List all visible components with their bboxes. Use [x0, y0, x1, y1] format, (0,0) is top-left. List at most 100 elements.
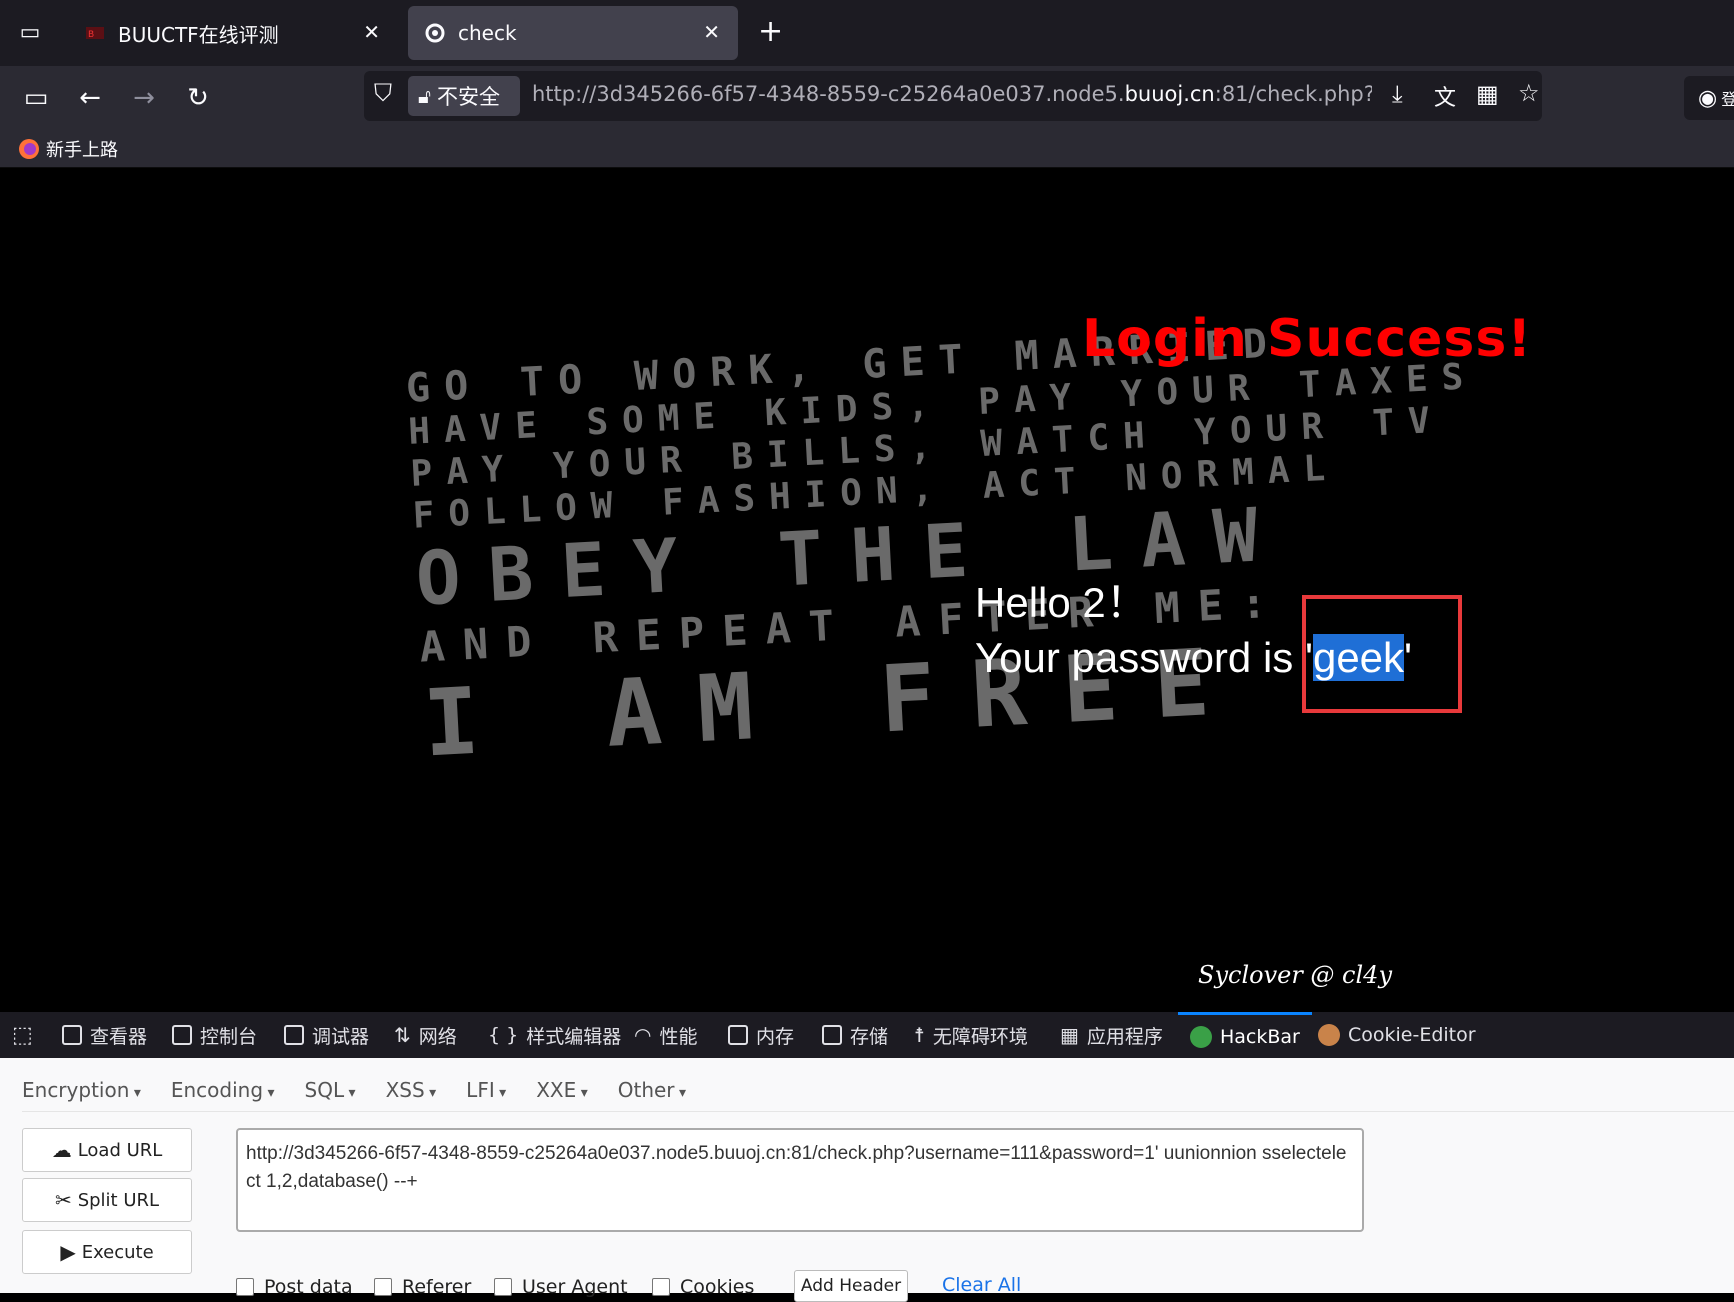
split-url-button[interactable]: ✂ Split URL — [22, 1178, 192, 1222]
devtools-toolbar: ⬚ 查看器 控制台 调试器 ⇅ 网络 { } 样式编辑器 ◠ 性能 内存 存储 ☨ 无障… — [0, 1012, 1734, 1058]
url-text[interactable]: http://3d345266-6f57-4348-8559-c25264a0e… — [532, 82, 1372, 112]
tab-check[interactable]: check ✕ — [408, 6, 738, 60]
referer-checkbox[interactable]: Referer — [374, 1276, 471, 1298]
hackbar-icon — [1190, 1025, 1212, 1048]
url-textarea[interactable]: http://3d345266-6f57-4348-8559-c25264a0e… — [236, 1128, 1364, 1232]
close-tab-icon[interactable]: ✕ — [703, 20, 720, 44]
page-content: GO TO WORK, GET MARRIED HAVE SOME KIDS, … — [0, 169, 1734, 1012]
tab-label: HackBar — [1220, 1025, 1300, 1048]
security-label: 不安全 — [436, 85, 500, 109]
tab-label: 无障碍环境 — [932, 1025, 1028, 1048]
menu-sql[interactable]: SQL — [305, 1078, 356, 1102]
tab-title: check — [458, 21, 517, 45]
bookmark-star-icon[interactable]: ☆ — [1518, 79, 1540, 107]
braces-icon: { } — [488, 1024, 519, 1046]
tab-storage[interactable]: 存储 — [822, 1012, 888, 1058]
shield-icon[interactable]: ⛉ — [374, 79, 392, 107]
sidebar-icon[interactable]: ▭ — [18, 80, 54, 116]
add-header-button[interactable]: Add Header — [794, 1270, 908, 1302]
url-bar[interactable]: ⛉ 🔓︎ 不安全 http://3d345266-6f57-4348-8559-… — [364, 71, 1542, 121]
tab-label: 存储 — [850, 1025, 889, 1048]
close-tab-icon[interactable]: ✕ — [363, 20, 380, 44]
translate-icon[interactable]: 文 — [1434, 80, 1456, 112]
navigation-bar: ▭ ← → ↻ ⛉ 🔓︎ 不安全 http://3d345266-6f57-43… — [0, 66, 1734, 128]
tab-label: 控制台 — [200, 1025, 258, 1048]
hackbar-menu: Encryption Encoding SQL XSS LFI XXE Othe… — [22, 1068, 1734, 1112]
menu-xxe[interactable]: XXE — [536, 1078, 588, 1102]
user-agent-checkbox[interactable]: User Agent — [494, 1276, 628, 1298]
back-icon[interactable]: ← — [72, 80, 108, 116]
tab-accessibility[interactable]: ☨ 无障碍环境 — [914, 1012, 1028, 1058]
tab-memory[interactable]: 内存 — [728, 1012, 794, 1058]
checkbox-label: Cookies — [680, 1276, 755, 1298]
grid-icon: ▦ — [1060, 1023, 1079, 1047]
menu-encryption[interactable]: Encryption — [22, 1078, 141, 1102]
highlight-box — [1302, 595, 1462, 713]
debugger-icon — [284, 1025, 304, 1045]
accessibility-icon: ☨ — [914, 1023, 925, 1047]
button-label: Load URL — [77, 1139, 163, 1161]
scissors-icon: ✂ — [54, 1188, 72, 1212]
tab-label: Cookie-Editor — [1348, 1024, 1476, 1046]
tab-application[interactable]: ▦ 应用程序 — [1060, 1012, 1163, 1058]
tab-label: 调试器 — [312, 1025, 370, 1048]
tab-buuctf[interactable]: B BUUCTF在线评测 ✕ — [68, 6, 398, 60]
svg-text:B: B — [88, 30, 94, 40]
tab-network[interactable]: ⇅ 网络 — [394, 1012, 457, 1058]
post-data-checkbox[interactable]: Post data — [236, 1276, 353, 1298]
credit-text: Syclover @ cl4y — [1198, 961, 1393, 989]
tab-style-editor[interactable]: { } 样式编辑器 — [488, 1012, 621, 1058]
execute-button[interactable]: ▶ Execute — [22, 1230, 192, 1274]
tab-label: 内存 — [756, 1025, 795, 1048]
cookie-icon — [1318, 1024, 1340, 1046]
load-url-button[interactable]: ☁ Load URL — [22, 1128, 192, 1172]
tab-hackbar[interactable]: HackBar — [1178, 1012, 1312, 1058]
tab-label: 查看器 — [90, 1025, 148, 1048]
console-icon — [172, 1025, 192, 1045]
checkbox-box[interactable] — [494, 1278, 512, 1296]
gauge-icon: ◠ — [634, 1023, 652, 1047]
account-area[interactable]: ◉ 登 — [1684, 76, 1734, 120]
hackbar-panel: Encryption Encoding SQL XSS LFI XXE Othe… — [0, 1058, 1734, 1302]
new-tab-button[interactable]: + — [758, 14, 783, 49]
tab-cookie-editor[interactable]: Cookie-Editor — [1318, 1012, 1476, 1058]
tab-list-icon[interactable]: ▭ — [12, 14, 48, 50]
bookmark-item[interactable]: 新手上路 — [18, 136, 118, 162]
tab-console[interactable]: 控制台 — [172, 1012, 257, 1058]
cloud-download-icon: ☁ — [51, 1138, 72, 1162]
tab-title: BUUCTF在线评测 — [118, 22, 279, 47]
tab-performance[interactable]: ◠ 性能 — [634, 1012, 697, 1058]
menu-other[interactable]: Other — [618, 1078, 686, 1102]
tab-label: 样式编辑器 — [526, 1025, 622, 1048]
checkbox-box[interactable] — [652, 1278, 670, 1296]
forward-icon[interactable]: → — [126, 80, 162, 116]
button-label: Execute — [81, 1241, 154, 1263]
tab-inspector[interactable]: 查看器 — [62, 1012, 147, 1058]
menu-xss[interactable]: XSS — [386, 1078, 437, 1102]
download-page-icon[interactable]: ⤓ — [1392, 80, 1403, 108]
cookies-checkbox[interactable]: Cookies — [652, 1276, 754, 1298]
tab-label: 应用程序 — [1086, 1025, 1163, 1048]
memory-icon — [728, 1025, 748, 1045]
checkbox-box[interactable] — [236, 1278, 254, 1296]
checkbox-label: Referer — [402, 1276, 472, 1298]
buuctf-favicon-icon: B — [86, 27, 104, 40]
tab-bar: ▭ B BUUCTF在线评测 ✕ check ✕ + — [0, 0, 1734, 66]
checkbox-label: User Agent — [522, 1276, 628, 1298]
inspector-icon — [62, 1025, 82, 1045]
reload-icon[interactable]: ↻ — [180, 80, 216, 116]
button-label: Split URL — [77, 1189, 160, 1211]
checkbox-box[interactable] — [374, 1278, 392, 1296]
url-domain: buuoj.cn — [1124, 82, 1215, 106]
menu-lfi[interactable]: LFI — [466, 1078, 506, 1102]
tab-label: 性能 — [659, 1025, 698, 1048]
profile-label: 登 — [1721, 90, 1734, 109]
element-picker-icon[interactable]: ⬚ — [12, 1012, 33, 1058]
tab-debugger[interactable]: 调试器 — [284, 1012, 369, 1058]
qr-code-icon[interactable]: ▦ — [1476, 80, 1499, 108]
network-icon: ⇅ — [394, 1023, 411, 1047]
security-indicator[interactable]: 🔓︎ 不安全 — [408, 76, 520, 116]
menu-encoding[interactable]: Encoding — [171, 1078, 275, 1102]
firefox-icon — [19, 139, 39, 159]
url-suffix: :81/check.php?username — [1214, 82, 1372, 106]
